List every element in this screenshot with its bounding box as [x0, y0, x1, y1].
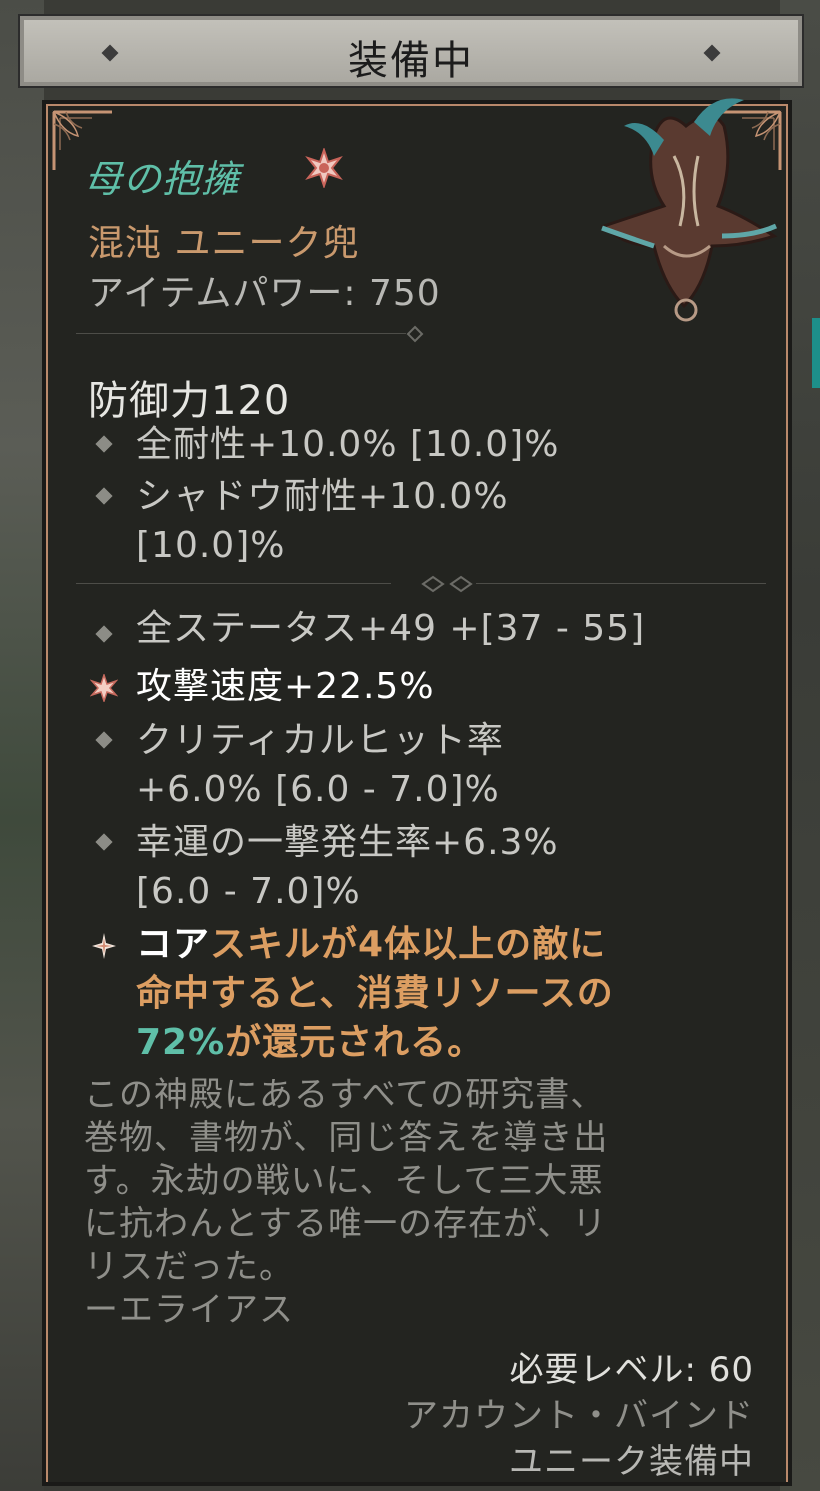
- affix-stat: クリティカルヒット率: [136, 720, 504, 761]
- greater-affix-star-icon: [90, 674, 118, 702]
- affix-stat-continued: +6.0% [6.0 - 7.0]%: [136, 769, 500, 810]
- item-power: アイテムパワー: 750: [88, 273, 441, 314]
- affix-stat-continued: [6.0 - 7.0]%: [136, 871, 361, 912]
- unique-star-icon: [305, 148, 343, 188]
- unique-power-line: 72%が還元される。: [136, 1018, 484, 1067]
- affix-stat: 全ステータス+49 +[37 - 55]: [136, 608, 646, 649]
- affix-stat: 幸運の一撃発生率+6.3%: [136, 822, 559, 863]
- equipped-status: ユニーク装備中: [509, 1442, 754, 1482]
- unique-power-value: 72%: [136, 1022, 226, 1063]
- flavor-text-line: リスだった。: [84, 1247, 294, 1287]
- background-left: [0, 0, 44, 1491]
- divider: [76, 574, 766, 594]
- implicit-stat-continued: [10.0]%: [136, 525, 286, 566]
- unique-power-keyword: コア: [136, 924, 211, 965]
- divider: [76, 324, 436, 344]
- unique-power-star-icon: [92, 933, 116, 959]
- implicit-stat: シャドウ耐性+10.0%: [136, 476, 509, 517]
- unique-power-line: 命中すると、消費リソースの: [136, 973, 614, 1014]
- helmet-icon: [601, 98, 778, 322]
- equipped-header: 装備中: [18, 14, 804, 88]
- affix-stat-greater: 攻撃速度+22.5%: [136, 666, 435, 707]
- item-name: 母の抱擁: [84, 157, 241, 201]
- defense-value: 防御力120: [88, 378, 291, 424]
- flavor-text-line: 巻物、書物が、同じ答えを導き出: [84, 1118, 609, 1158]
- implicit-stat: 全耐性+10.0% [10.0]%: [136, 424, 560, 465]
- flavor-text-line: この神殿にあるすべての研究書、: [84, 1075, 606, 1115]
- item-tooltip-panel: 母の抱擁 混沌 ユニーク兜 アイテムパワー: 750 防御力120 全耐性+10…: [42, 98, 792, 1486]
- flavor-text: この神殿にあるすべての研究書、 巻物、書物が、同じ答えを導き出 す。永劫の戦いに…: [84, 1074, 764, 1332]
- header-title: 装備中: [348, 38, 474, 84]
- background-accent: [812, 318, 820, 388]
- flavor-text-line: す。永劫の戦いに、そして三大悪: [84, 1161, 604, 1201]
- unique-power-text: スキルが4体以上の敵に: [210, 924, 607, 965]
- unique-power-text: が還元される。: [225, 1022, 485, 1063]
- required-level: 必要レベル: 60: [509, 1350, 754, 1390]
- unique-power-line: コアスキルが4体以上の敵に: [136, 920, 606, 969]
- item-type: 混沌 ユニーク兜: [88, 223, 360, 264]
- flavor-text-line: に抗わんとする唯一の存在が、リ: [84, 1204, 608, 1244]
- flavor-text-author: ーエライアス: [84, 1290, 294, 1330]
- account-bound-label: アカウント・バインド: [404, 1396, 754, 1436]
